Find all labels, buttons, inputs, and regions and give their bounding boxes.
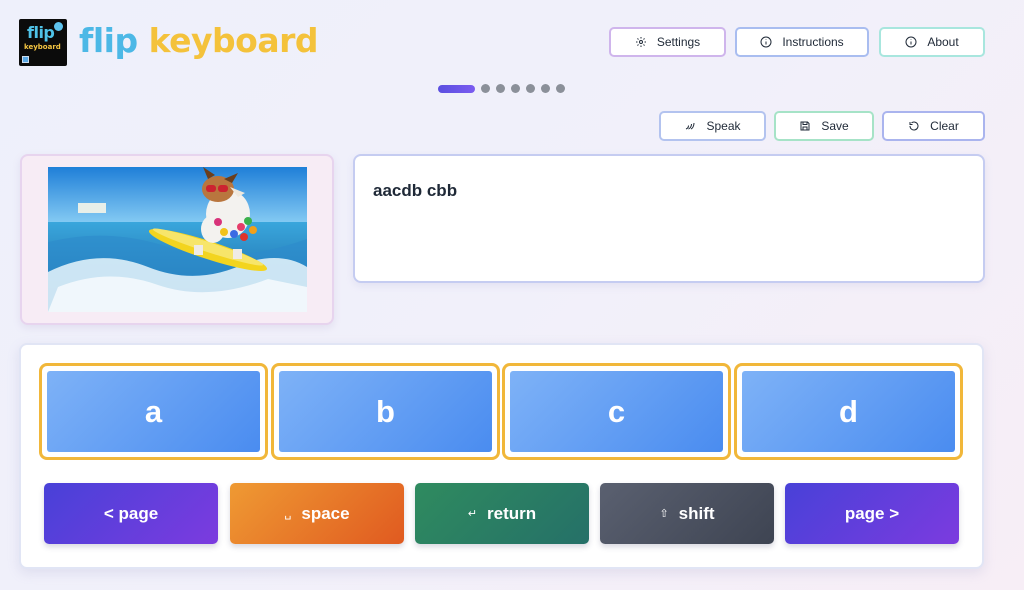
about-label: About: [927, 35, 959, 49]
speak-button[interactable]: Speak: [659, 111, 766, 141]
space-icon: ␣: [284, 508, 292, 520]
save-label: Save: [821, 119, 849, 133]
page-dot[interactable]: [511, 84, 520, 93]
return-icon: ↵: [467, 508, 478, 520]
app-title-keyboard: keyboard: [148, 21, 319, 60]
next-page-button[interactable]: page >: [785, 483, 959, 544]
page-dot[interactable]: [556, 84, 565, 93]
surfing-dog-photo: [48, 167, 307, 312]
page-dot-active[interactable]: [438, 84, 475, 93]
key-label: b: [279, 371, 492, 452]
info-icon: [905, 36, 917, 48]
letter-key-b[interactable]: b: [271, 363, 500, 460]
letter-key-a[interactable]: a: [39, 363, 268, 460]
return-label: return: [487, 503, 537, 523]
shift-label: shift: [678, 503, 715, 523]
shift-button[interactable]: ⇧ shift: [600, 483, 774, 544]
typed-text: aacdb cbb: [373, 181, 458, 200]
next-page-label: page >: [844, 503, 900, 523]
save-button[interactable]: Save: [774, 111, 874, 141]
page-dot[interactable]: [481, 84, 490, 93]
logo-square-icon: [22, 56, 29, 63]
letter-key-c[interactable]: c: [502, 363, 731, 460]
speak-label: Speak: [706, 119, 741, 133]
settings-label: Settings: [656, 35, 701, 49]
space-label: space: [301, 503, 350, 523]
speaker-icon: [686, 122, 695, 130]
app-logo: flip keyboard: [19, 19, 67, 66]
app-title-flip: flip: [79, 21, 138, 60]
clear-label: Clear: [930, 119, 959, 133]
instructions-button[interactable]: Instructions: [735, 27, 869, 57]
key-label: c: [510, 371, 723, 452]
letter-key-d[interactable]: d: [734, 363, 963, 460]
about-button[interactable]: About: [879, 27, 985, 57]
page-dot[interactable]: [541, 84, 550, 93]
flower-icon: [54, 22, 63, 31]
space-button[interactable]: ␣ space: [230, 483, 404, 544]
page-dot[interactable]: [526, 84, 535, 93]
logo-keyboard-text: keyboard: [24, 43, 61, 51]
key-label: a: [47, 371, 260, 452]
undo-icon: [909, 121, 919, 131]
image-card: [20, 154, 334, 325]
clear-button[interactable]: Clear: [882, 111, 985, 141]
page-indicator: [438, 84, 565, 93]
instructions-label: Instructions: [782, 35, 844, 49]
page-dot[interactable]: [496, 84, 505, 93]
logo-flip-text: flip: [27, 23, 55, 42]
text-output-card[interactable]: aacdb cbb: [353, 154, 985, 283]
app-title: flip keyboard: [79, 21, 319, 60]
info-icon: [760, 36, 772, 48]
surfing-dog-illustration: [48, 167, 307, 312]
previous-page-button[interactable]: < page: [44, 483, 218, 544]
shift-icon: ⇧: [659, 508, 669, 520]
previous-page-label: < page: [103, 503, 159, 523]
return-button[interactable]: ↵ return: [415, 483, 589, 544]
key-label: d: [742, 371, 955, 452]
gear-icon: [635, 37, 646, 47]
settings-button[interactable]: Settings: [609, 27, 726, 57]
floppy-disk-icon: [800, 121, 810, 131]
